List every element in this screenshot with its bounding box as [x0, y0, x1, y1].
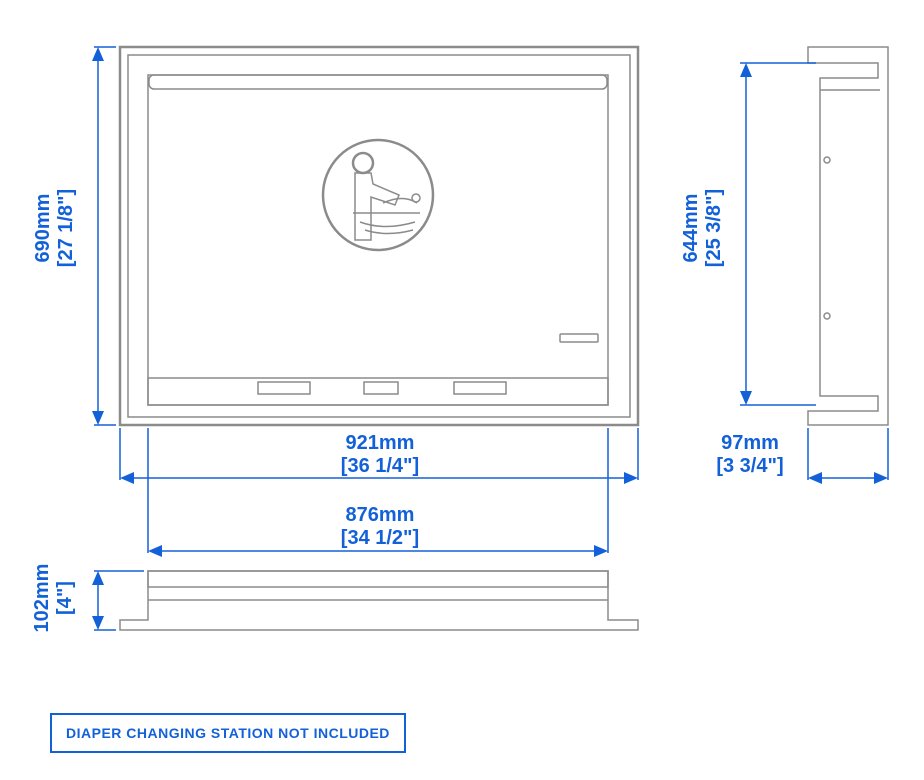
label-top-depth-mm: 102mm [31, 564, 53, 633]
label-front-height-in: [27 1/8"] [55, 189, 77, 267]
label-front-width: 921mm [36 1/4"] [300, 432, 460, 478]
label-front-width-mm: 921mm [346, 432, 415, 454]
label-side-depth: 97mm [3 3/4"] [690, 432, 810, 478]
label-side-depth-in: [3 3/4"] [716, 455, 783, 477]
label-top-depth-in: [4"] [54, 581, 76, 615]
label-side-depth-mm: 97mm [721, 432, 779, 454]
label-side-height-in: [25 3/8"] [703, 189, 725, 267]
dim-top-depth [92, 571, 144, 630]
label-front-inner-width: 876mm [34 1/2"] [300, 504, 460, 550]
note-box: DIAPER CHANGING STATION NOT INCLUDED [50, 713, 406, 753]
label-top-depth: 102mm [4"] [31, 538, 77, 658]
label-side-height-mm: 644mm [680, 194, 702, 263]
label-front-inner-width-in: [34 1/2"] [341, 527, 419, 549]
label-front-width-in: [36 1/4"] [341, 455, 419, 477]
label-front-inner-width-mm: 876mm [346, 504, 415, 526]
label-front-height: 690mm [27 1/8"] [32, 158, 78, 298]
label-side-height: 644mm [25 3/8"] [680, 158, 726, 298]
top-view [0, 0, 924, 780]
note-text: DIAPER CHANGING STATION NOT INCLUDED [66, 725, 390, 741]
technical-drawing: 690mm [27 1/8"] 921mm [36 1/4"] 876mm [3… [0, 0, 924, 780]
label-front-height-mm: 690mm [32, 194, 54, 263]
